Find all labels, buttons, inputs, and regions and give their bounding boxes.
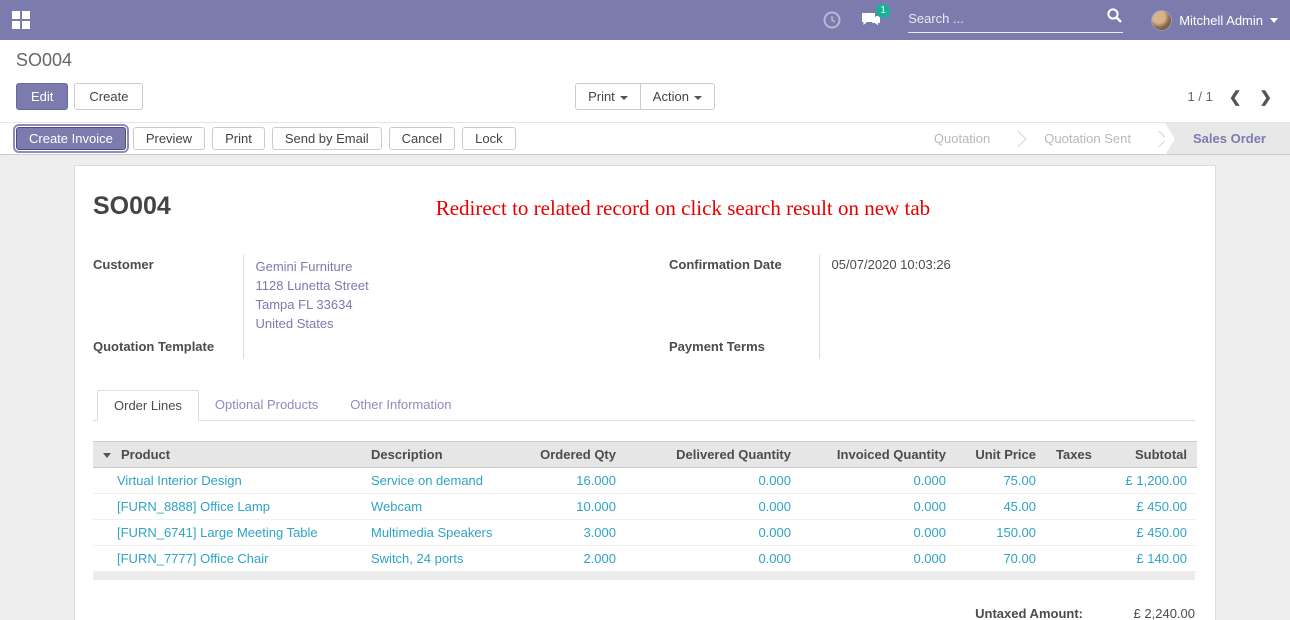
confirmation-date-value[interactable]: 05/07/2020 10:03:26 <box>819 255 1195 337</box>
messages-badge: 1 <box>876 4 890 18</box>
action-dropdown-button[interactable]: Action <box>640 83 715 110</box>
pager-previous-button[interactable]: ❮ <box>1227 88 1244 106</box>
table-header-row: Product Description Ordered Qty Delivere… <box>93 442 1197 468</box>
annotation-text: Redirect to related record on click sear… <box>171 192 1195 221</box>
chevron-down-icon <box>694 96 702 100</box>
right-field-group: Confirmation Date 05/07/2020 10:03:26 Pa… <box>669 255 1195 359</box>
state-quotation[interactable]: Quotation <box>914 123 1010 154</box>
table-row[interactable]: Virtual Interior Design Service on deman… <box>93 468 1197 494</box>
quotation-template-value[interactable] <box>243 337 619 359</box>
left-field-group: Customer Gemini Furniture 1128 Lunetta S… <box>93 255 619 359</box>
untaxed-amount-label: Untaxed Amount: <box>975 606 1083 620</box>
totals-section: Untaxed Amount: £ 2,240.00 <box>93 606 1195 620</box>
control-panel: SO004 Edit Create Print Action 1 / 1 ❮ ❯ <box>0 40 1290 122</box>
table-footer-strip <box>93 572 1195 580</box>
chevron-separator-icon <box>1010 123 1024 154</box>
apps-menu-icon[interactable] <box>12 11 30 29</box>
search-input[interactable] <box>908 11 1106 26</box>
tab-order-lines[interactable]: Order Lines <box>97 390 199 421</box>
notebook-tabs: Order Lines Optional Products Other Info… <box>93 389 1195 421</box>
order-lines-table: Product Description Ordered Qty Delivere… <box>93 441 1197 572</box>
column-sort-caret-icon[interactable] <box>103 453 111 458</box>
statusbar: Create Invoice Preview Print Send by Ema… <box>0 122 1290 155</box>
customer-label: Customer <box>93 255 243 337</box>
state-sales-order[interactable]: Sales Order <box>1165 123 1290 154</box>
messages-icon[interactable]: 1 <box>860 10 880 30</box>
table-row[interactable]: [FURN_7777] Office Chair Switch, 24 port… <box>93 546 1197 572</box>
breadcrumb[interactable]: SO004 <box>16 50 1274 71</box>
chevron-separator-icon <box>1151 123 1165 154</box>
search-icon[interactable] <box>1106 7 1123 29</box>
edit-button[interactable]: Edit <box>16 83 68 110</box>
print-dropdown-button[interactable]: Print <box>575 83 641 110</box>
tab-optional-products[interactable]: Optional Products <box>199 390 334 421</box>
print-button[interactable]: Print <box>212 127 265 150</box>
create-invoice-button[interactable]: Create Invoice <box>16 127 126 150</box>
record-title: SO004 <box>93 192 171 221</box>
preview-button[interactable]: Preview <box>133 127 205 150</box>
global-search <box>908 7 1123 33</box>
form-view: SO004 Redirect to related record on clic… <box>0 155 1290 620</box>
untaxed-amount-value: £ 2,240.00 <box>1083 606 1195 620</box>
tab-other-information[interactable]: Other Information <box>334 390 467 421</box>
table-row[interactable]: [FURN_8888] Office Lamp Webcam 10.000 0.… <box>93 494 1197 520</box>
chevron-down-icon <box>620 96 628 100</box>
lock-button[interactable]: Lock <box>462 127 515 150</box>
user-menu-caret-icon <box>1270 18 1278 23</box>
activities-clock-icon[interactable] <box>822 10 842 30</box>
sheet: SO004 Redirect to related record on clic… <box>74 165 1216 620</box>
send-by-email-button[interactable]: Send by Email <box>272 127 382 150</box>
payment-terms-label: Payment Terms <box>669 337 819 359</box>
user-name: Mitchell Admin <box>1179 13 1263 28</box>
state-quotation-sent[interactable]: Quotation Sent <box>1024 123 1151 154</box>
payment-terms-value[interactable] <box>819 337 1195 359</box>
confirmation-date-label: Confirmation Date <box>669 255 819 337</box>
user-avatar <box>1151 10 1172 31</box>
customer-value[interactable]: Gemini Furniture 1128 Lunetta Street Tam… <box>243 255 619 337</box>
top-navbar: 1 Mitchell Admin <box>0 0 1290 40</box>
user-menu[interactable]: Mitchell Admin <box>1151 10 1278 31</box>
table-row[interactable]: [FURN_6741] Large Meeting Table Multimed… <box>93 520 1197 546</box>
pager-next-button[interactable]: ❯ <box>1257 88 1274 106</box>
quotation-template-label: Quotation Template <box>93 337 243 359</box>
cancel-button[interactable]: Cancel <box>389 127 455 150</box>
pager-counter: 1 / 1 <box>1188 89 1213 104</box>
create-button[interactable]: Create <box>74 83 143 110</box>
